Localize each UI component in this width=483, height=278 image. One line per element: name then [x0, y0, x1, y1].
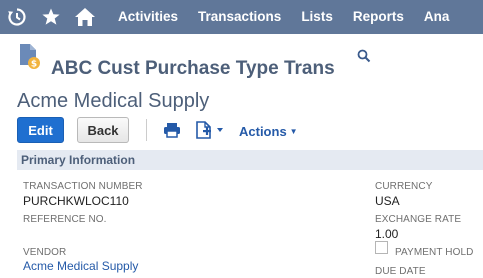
edit-button[interactable]: Edit: [17, 117, 64, 143]
toolbar-divider: [146, 119, 147, 141]
record-type-icon: $: [18, 43, 42, 71]
section-title: Primary Information: [21, 153, 136, 167]
recent-records-icon[interactable]: [0, 0, 34, 34]
nav-item-transactions[interactable]: Transactions: [188, 0, 291, 34]
search-icon[interactable]: [357, 49, 371, 63]
svg-text:$: $: [31, 60, 37, 70]
nav-item-analytics[interactable]: Ana: [414, 0, 460, 34]
primary-information-section[interactable]: Primary Information: [17, 150, 483, 170]
home-icon[interactable]: [68, 0, 102, 34]
reference-no-label: REFERENCE NO.: [23, 214, 107, 225]
currency-value: USA: [375, 194, 400, 208]
record-type-title: ABC Cust Purchase Type Trans: [51, 58, 335, 79]
print-icon[interactable]: [163, 122, 181, 143]
actions-menu-label: Actions: [239, 124, 287, 139]
due-date-label: DUE DATE: [375, 266, 426, 277]
star-icon[interactable]: [34, 0, 68, 34]
payment-hold-checkbox[interactable]: [375, 241, 388, 254]
nav-item-reports[interactable]: Reports: [343, 0, 414, 34]
caret-down-icon: ▼: [289, 127, 298, 136]
exchange-rate-label: EXCHANGE RATE: [375, 214, 462, 225]
back-button[interactable]: Back: [77, 117, 129, 143]
currency-label: CURRENCY: [375, 181, 433, 192]
main-menu: Activities Transactions Lists Reports An…: [108, 0, 459, 34]
actions-menu[interactable]: Actions ▼: [239, 124, 298, 139]
new-from-template-icon[interactable]: [195, 121, 227, 144]
exchange-rate-value: 1.00: [375, 227, 399, 241]
record-name-title: Acme Medical Supply: [17, 90, 210, 112]
nav-item-activities[interactable]: Activities: [108, 0, 188, 34]
transaction-number-label: TRANSACTION NUMBER: [23, 181, 143, 192]
nav-item-lists[interactable]: Lists: [291, 0, 343, 34]
top-navigation-bar: Activities Transactions Lists Reports An…: [0, 0, 483, 34]
vendor-label: VENDOR: [23, 247, 67, 258]
vendor-link[interactable]: Acme Medical Supply: [23, 259, 138, 273]
payment-hold-label: PAYMENT HOLD: [395, 247, 474, 258]
transaction-number-value: PURCHKWLOC110: [23, 194, 129, 208]
